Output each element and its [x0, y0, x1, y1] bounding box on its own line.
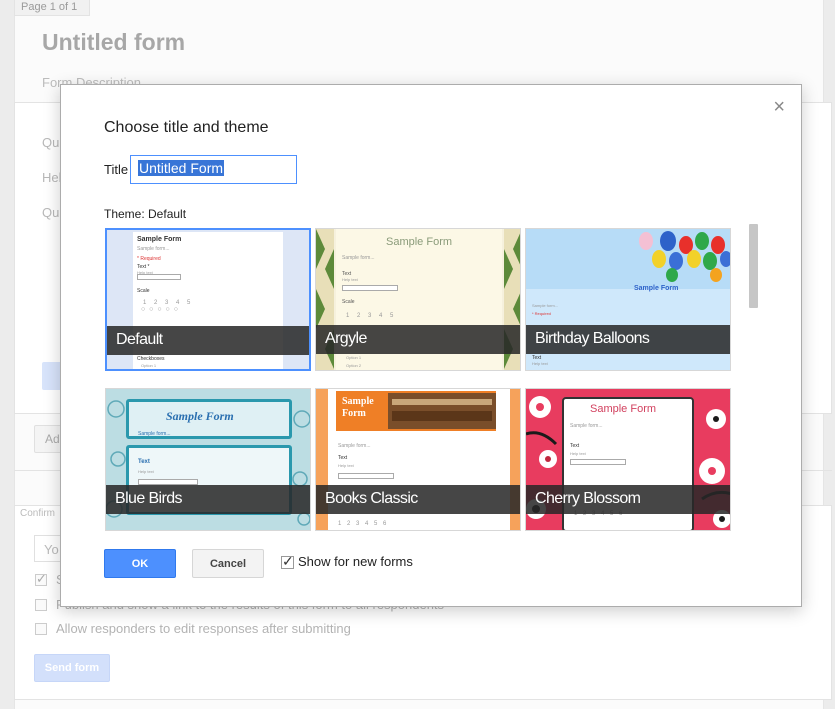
- question-type-label: Qu: [42, 205, 60, 220]
- sample-help: Sample form...: [342, 255, 375, 261]
- sample-help: Sample form...: [338, 443, 371, 449]
- theme-thumb-birthday-balloons[interactable]: Sample Form Sample form... * Required Te…: [525, 228, 731, 371]
- sample-title: Sample Form: [166, 409, 234, 423]
- sample-help: Sample form...: [570, 423, 603, 429]
- sample-title: Sample: [342, 396, 374, 407]
- theme-name: Cherry Blossom: [526, 485, 730, 514]
- choose-theme-dialog: × Choose title and theme Title Untitled …: [60, 84, 802, 607]
- ok-button[interactable]: OK: [104, 549, 176, 578]
- sample-help: Sample form...: [137, 246, 170, 252]
- theme-label: Theme: Default: [104, 207, 187, 221]
- help-label: Hel: [42, 170, 62, 185]
- sample-title: Form: [342, 408, 366, 419]
- theme-name: Birthday Balloons: [526, 325, 730, 354]
- option-checkbox-allow-edit[interactable]: [35, 623, 47, 635]
- question-label: Qu: [42, 135, 60, 150]
- sample-title: Sample Form: [590, 403, 657, 415]
- sample-title: Sample Form: [137, 236, 182, 243]
- theme-name: Default: [107, 326, 309, 355]
- theme-grid: Sample Form Sample form... * Required Te…: [105, 228, 755, 532]
- sample-required: * Required: [532, 311, 551, 316]
- theme-thumb-blue-birds[interactable]: Sample Form Sample form... Text Help tex…: [105, 388, 311, 531]
- title-label: Title: [104, 162, 129, 177]
- sample-help: Sample form...: [138, 431, 171, 437]
- show-for-new-forms-label[interactable]: Show for new forms: [298, 554, 413, 569]
- option-label: Allow responders to edit responses after…: [56, 621, 351, 636]
- sample-textbox: [338, 473, 394, 479]
- sample-scale-numbers: 1 2 3 4 5 6: [338, 521, 389, 527]
- page-indicator: Page 1 of 1: [14, 0, 91, 16]
- sample-required: * Required: [137, 256, 161, 262]
- theme-thumb-books-classic[interactable]: Sample Form Sample form... Text Help tex…: [315, 388, 521, 531]
- title-input-value: Untitled Form: [138, 160, 225, 176]
- theme-thumb-default[interactable]: Sample Form Sample form... * Required Te…: [105, 228, 311, 371]
- close-icon[interactable]: ×: [773, 97, 785, 117]
- sample-textbox: [570, 459, 626, 465]
- sample-help: Sample form...: [532, 303, 559, 308]
- sample-help-text: Help text: [338, 463, 354, 468]
- sample-scale-numbers: 1 2 3 4 5: [346, 313, 397, 319]
- sample-help-text: Help text: [342, 277, 358, 282]
- sample-scale: Scale: [342, 299, 355, 305]
- confirmation-tab: Confirm: [20, 508, 56, 519]
- option-checkbox-publish[interactable]: [35, 599, 47, 611]
- sample-text: Text: [570, 443, 580, 449]
- sample-help-text: Help text: [532, 361, 548, 366]
- theme-thumb-cherry-blossom[interactable]: Sample Form Sample form... Text Help tex…: [525, 388, 731, 531]
- show-for-new-forms-checkbox[interactable]: [281, 553, 294, 570]
- theme-name: Blue Birds: [106, 485, 310, 514]
- send-form-button[interactable]: Send form: [34, 654, 110, 682]
- sample-text: Text: [138, 459, 150, 465]
- sample-option: Option 1: [141, 363, 157, 368]
- sample-text: Text: [338, 455, 348, 461]
- form-title[interactable]: Untitled form: [42, 29, 185, 56]
- theme-name: Argyle: [316, 325, 520, 354]
- theme-scrollbar[interactable]: [749, 224, 758, 308]
- sample-title: Sample Form: [634, 285, 679, 292]
- title-input[interactable]: Untitled Form: [130, 155, 297, 184]
- add-item-button[interactable]: Ad: [34, 425, 62, 453]
- sample-textbox: [342, 285, 398, 291]
- option-checkbox-show-link[interactable]: [35, 571, 47, 587]
- cancel-button[interactable]: Cancel: [192, 549, 264, 578]
- sample-option: Option 2: [346, 363, 362, 368]
- sample-radios: ○ ○ ○ ○ ○: [141, 306, 179, 313]
- dialog-title: Choose title and theme: [104, 119, 269, 136]
- sample-title: Sample Form: [386, 236, 453, 248]
- sample-textbox: [137, 274, 181, 280]
- sample-checkboxes: Checkboxes: [137, 356, 165, 362]
- theme-name: Books Classic: [316, 485, 520, 514]
- sample-help-text: Help text: [570, 451, 586, 456]
- balloons-icon: [639, 231, 730, 282]
- sample-help-text: Help text: [138, 469, 154, 474]
- sample-scale: Scale: [137, 288, 150, 294]
- theme-thumb-argyle[interactable]: Sample Form Sample form... Text Help tex…: [315, 228, 521, 371]
- sample-option: Option 1: [346, 355, 362, 360]
